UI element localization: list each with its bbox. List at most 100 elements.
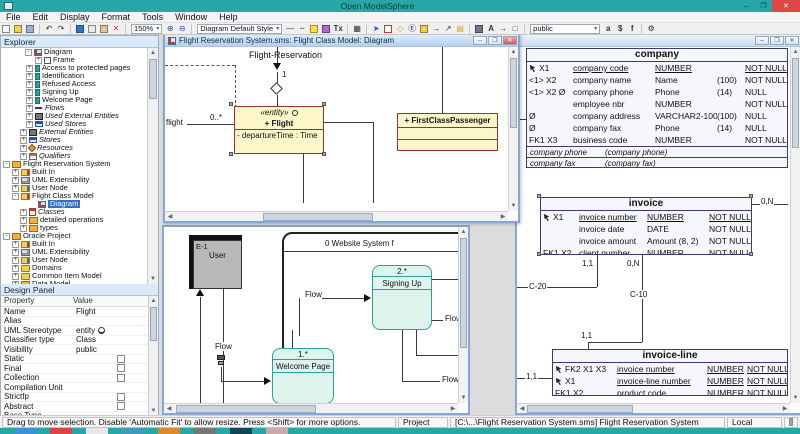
- property-value[interactable]: [73, 364, 158, 372]
- er-column-row[interactable]: X1invoice-line numberNUMBERNOT NULL: [553, 375, 787, 387]
- property-value[interactable]: [73, 374, 158, 382]
- dollar-button[interactable]: $: [615, 24, 625, 34]
- er-column-row[interactable]: FK2 X1 X3invoice numberNUMBERNOT NULL: [553, 363, 787, 375]
- diamond-icon[interactable]: ◇: [395, 24, 405, 34]
- font-icon[interactable]: A: [486, 24, 496, 34]
- tree-item-welcome-page[interactable]: +Welcome Page: [1, 96, 148, 104]
- checkbox[interactable]: [117, 364, 125, 372]
- er-minimize-button[interactable]: –: [755, 36, 769, 45]
- expand-icon[interactable]: +: [20, 145, 27, 152]
- class-flight[interactable]: «entity» + Flight - departureTime : Time: [234, 106, 324, 154]
- er-column-row[interactable]: Øcompany addressVARCHAR2-100(100)NULL: [527, 110, 787, 122]
- class-window-titlebar[interactable]: Flight Reservation System.sms: Flight Cl…: [165, 35, 518, 47]
- design-row-abstract[interactable]: Abstract: [1, 402, 158, 412]
- select-arrow-icon[interactable]: ➤: [371, 24, 381, 34]
- expand-icon[interactable]: +: [26, 81, 33, 88]
- expand-icon[interactable]: +: [26, 121, 33, 128]
- paste-icon[interactable]: [99, 24, 109, 34]
- tree-item-external-entities[interactable]: +External Entities: [1, 128, 148, 136]
- expand-icon[interactable]: +: [20, 209, 27, 216]
- property-value[interactable]: [73, 402, 158, 410]
- delete-icon[interactable]: ✕: [111, 24, 121, 34]
- er-column-row[interactable]: Øcompany faxPhone(14)NULL: [527, 122, 787, 134]
- er-close-button[interactable]: ✕: [785, 36, 799, 45]
- collapse-icon[interactable]: -: [3, 233, 10, 240]
- expand-icon[interactable]: +: [26, 89, 33, 96]
- expand-icon[interactable]: +: [26, 97, 33, 104]
- line-weight-icon[interactable]: —: [285, 24, 295, 34]
- er-column-row[interactable]: X1invoice numberNUMBERNOT NULL: [541, 211, 751, 223]
- save-icon[interactable]: [25, 24, 35, 34]
- alias-button[interactable]: a: [603, 24, 613, 34]
- er-window-titlebar[interactable]: – ❐ ✕: [517, 35, 800, 47]
- zoom-out-icon[interactable]: ⊖: [177, 24, 187, 34]
- er-column-row[interactable]: invoice dateDATENOT NULL: [541, 223, 751, 235]
- association-icon[interactable]: →: [431, 24, 441, 34]
- expand-icon[interactable]: +: [20, 137, 27, 144]
- expand-icon[interactable]: +: [26, 105, 33, 112]
- property-value[interactable]: [73, 355, 158, 363]
- gear-icon[interactable]: ⚙: [646, 24, 656, 34]
- process-welcome-page[interactable]: 1.* Welcome Page: [272, 348, 334, 404]
- expand-icon[interactable]: +: [12, 265, 19, 272]
- package-icon[interactable]: [419, 24, 429, 34]
- er-table-invoice-line[interactable]: invoice-line FK2 X1 X3invoice numberNUMB…: [552, 349, 788, 396]
- class-vertical-scrollbar[interactable]: ▲ ▼: [508, 47, 518, 211]
- design-row-alias[interactable]: Alias: [1, 317, 158, 327]
- property-value[interactable]: public: [73, 345, 158, 354]
- collapse-icon[interactable]: -: [25, 49, 32, 56]
- tree-item-detailed-operations[interactable]: +detailed operations: [1, 216, 148, 224]
- design-row-visibility[interactable]: Visibilitypublic: [1, 345, 158, 355]
- menu-help[interactable]: Help: [213, 12, 244, 23]
- design-row-name[interactable]: NameFlight: [1, 307, 158, 317]
- er-canvas[interactable]: company X1company codeNUMBERNOT NULL<1> …: [517, 47, 800, 413]
- copy-icon[interactable]: [87, 24, 97, 34]
- undo-icon[interactable]: ↶: [44, 24, 54, 34]
- expand-icon[interactable]: +: [12, 241, 19, 248]
- expand-icon[interactable]: +: [12, 249, 19, 256]
- expand-icon[interactable]: +: [35, 57, 42, 64]
- er-column-row[interactable]: X1company codeNUMBERNOT NULL: [527, 62, 787, 74]
- tree-item-resources[interactable]: +Resources: [1, 144, 148, 152]
- dfd-horizontal-scrollbar[interactable]: ◀ ▶: [164, 403, 458, 413]
- grid-icon[interactable]: ▦: [352, 24, 362, 34]
- tree-item-diagram[interactable]: Diagram: [1, 200, 148, 208]
- class-minimize-button[interactable]: –: [473, 36, 487, 45]
- er-vertical-scrollbar[interactable]: ▲ ▼: [790, 47, 800, 403]
- er-horizontal-scrollbar[interactable]: ◀ ▶: [517, 403, 790, 413]
- dfd-canvas[interactable]: 0 Website System f E-1 User Flow 2.*: [164, 227, 468, 413]
- class-first-class-passenger[interactable]: + FirstClassPassenger: [397, 113, 498, 151]
- maximize-button[interactable]: ❐: [755, 0, 772, 12]
- tree-item-stores[interactable]: +Stores: [1, 136, 148, 144]
- minimize-button[interactable]: –: [738, 0, 755, 12]
- design-row-final[interactable]: Final: [1, 364, 158, 374]
- windows-taskbar[interactable]: [0, 428, 800, 434]
- function-button[interactable]: f: [627, 24, 637, 34]
- generalization-icon[interactable]: ↗: [443, 24, 453, 34]
- open-file-icon[interactable]: [13, 24, 23, 34]
- menu-tools[interactable]: Tools: [136, 12, 169, 23]
- er-column-row[interactable]: <1> X2company nameName(100)NOT NULL: [527, 74, 787, 86]
- class-close-button[interactable]: ✕: [503, 36, 517, 45]
- expand-icon[interactable]: +: [20, 217, 27, 224]
- close-button[interactable]: ✕: [772, 0, 800, 12]
- checkbox[interactable]: [117, 355, 125, 363]
- dfd-vertical-scrollbar[interactable]: ▲ ▼: [458, 227, 468, 403]
- er-column-row[interactable]: FK1 X2product codeNUMBERNOT NULL: [553, 387, 787, 396]
- design-row-collection[interactable]: Collection: [1, 374, 158, 384]
- diagram-create-icon[interactable]: [75, 24, 85, 34]
- class-horizontal-scrollbar[interactable]: ◀ ▶: [165, 211, 508, 221]
- connector-icon[interactable]: →: [498, 24, 508, 34]
- er-column-row[interactable]: FK1 X2client numberNUMBERNOT NULL: [541, 247, 751, 255]
- menu-window[interactable]: Window: [169, 12, 213, 23]
- schema-select[interactable]: public▾: [530, 24, 600, 34]
- stamp-icon[interactable]: [474, 24, 484, 34]
- er-column-row[interactable]: <1> X2 Øcompany phonePhone(14)NULL: [527, 86, 787, 98]
- expand-icon[interactable]: +: [26, 65, 33, 72]
- tree-item-user-node[interactable]: +User Node: [1, 256, 148, 264]
- er-table-company[interactable]: company X1company codeNUMBERNOT NULL<1> …: [526, 48, 788, 168]
- brush-icon[interactable]: [321, 24, 331, 34]
- design-panel-scrollbar[interactable]: ▲ ▼: [148, 296, 158, 416]
- expand-icon[interactable]: +: [12, 257, 19, 264]
- zoom-in-icon[interactable]: ⊕: [165, 24, 175, 34]
